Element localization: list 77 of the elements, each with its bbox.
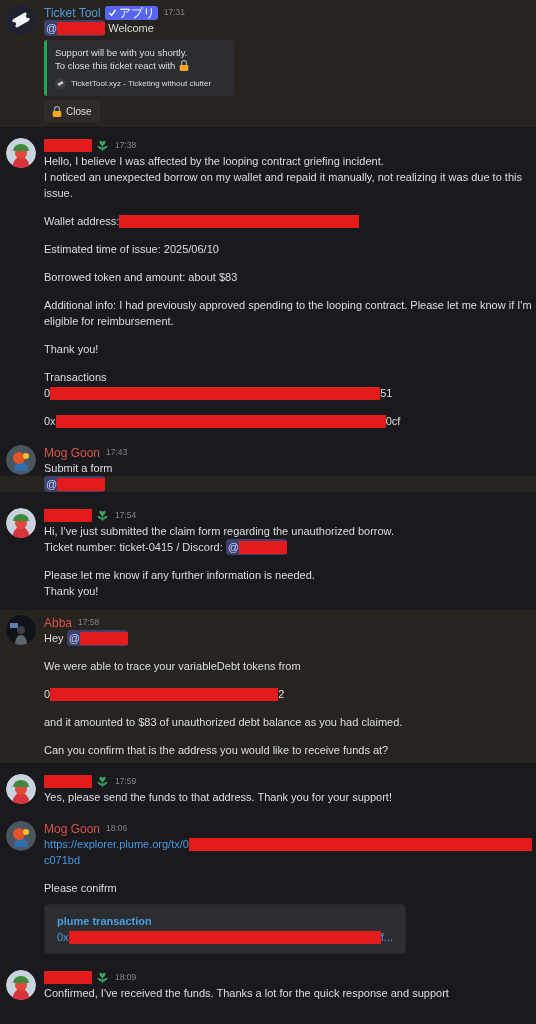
ticket-icon [55, 78, 66, 89]
message-text: I noticed an unexpected borrow on my wallet and repaid it manually, not realizing it was due to this issue. [44, 170, 523, 201]
plant-icon [96, 971, 109, 984]
embed-footer: TicketTool.xyz - Ticketing without clutter [71, 77, 212, 90]
message-text: Submit a form [44, 461, 113, 476]
message-text: Thank you! [44, 342, 99, 357]
message-text: 0cf [385, 414, 401, 429]
app-tag: アプリ [104, 5, 158, 20]
message-text: 0 [44, 687, 51, 702]
message-text: Hello, I believe I was affected by the looping contract griefing incident. [44, 154, 384, 169]
link[interactable]: 0x [57, 929, 69, 945]
timestamp: 17:54 [115, 509, 137, 522]
message-text: Yes, please send the funds to that address. Thank you for your support! [44, 790, 392, 805]
message-text: Estimated time of issue: 2025/06/10 [44, 242, 219, 257]
username[interactable]: Abba [44, 613, 73, 632]
message-text: Can you confirm that is the address you would like to receive funds at? [44, 743, 389, 758]
embed-text: Support will be with you shortly. [55, 46, 188, 59]
timestamp: 17:59 [115, 775, 137, 788]
avatar-icon [6, 615, 36, 645]
plant-icon [96, 775, 109, 788]
close-button[interactable]: Close [44, 100, 100, 122]
timestamp: 17:31 [163, 6, 185, 19]
timestamp: 17:38 [115, 139, 137, 152]
plant-icon [96, 139, 109, 152]
avatar-icon [6, 821, 36, 851]
mention[interactable]: @ [66, 630, 128, 646]
timestamp: 17:43 [106, 446, 128, 459]
message-text: Transactions [44, 370, 107, 385]
check-icon [107, 8, 117, 17]
message-text: and it amounted to $83 of unauthorized debt balance as you had claimed. [44, 715, 403, 730]
message-text: 0 [44, 386, 51, 401]
redaction-bar [57, 477, 106, 491]
redaction-bar [79, 631, 128, 645]
redaction-bar [44, 509, 92, 522]
message-text: Thank you! [44, 584, 99, 599]
message-text: 2 [278, 687, 285, 702]
plant-icon [96, 509, 109, 522]
mention[interactable]: @ [44, 20, 106, 36]
avatar-icon [6, 138, 36, 168]
message-text: We were able to trace your variableDebt tokens from [44, 659, 301, 674]
mention[interactable]: @ [44, 476, 106, 492]
message-text: 51 [380, 386, 393, 401]
timestamp: 18:06 [106, 822, 128, 835]
avatar-icon [6, 445, 36, 475]
avatar-icon [6, 970, 36, 1000]
message-text: Additional info: I had previously approved spending to the looping contract. Please let me know if I'm eligible for reimbursement. [44, 298, 532, 329]
message-text: Ticket number: ticket-0415 / Discord: [44, 540, 224, 555]
redaction-bar [57, 21, 106, 35]
message-text: Borrowed token and amount: about $83 [44, 270, 238, 285]
username[interactable]: Mog Goon [44, 443, 101, 462]
redaction-bar [238, 540, 287, 554]
lock-icon [52, 105, 62, 117]
mention[interactable]: @ [225, 539, 287, 555]
message-text: Hey [44, 631, 65, 646]
timestamp: 18:09 [115, 971, 137, 984]
avatar-icon [6, 774, 36, 804]
embed-text: To close this ticket react with [55, 59, 176, 72]
bot-avatar [6, 5, 36, 35]
embed-title[interactable]: plume transaction [57, 913, 393, 929]
link[interactable]: https://explorer.plume.org/tx/0 [44, 836, 189, 852]
lock-icon [179, 60, 190, 71]
message-text: Please conifrm [44, 881, 117, 896]
timestamp: 17:58 [78, 616, 100, 629]
redaction-bar [44, 971, 92, 984]
message-text: 0x [44, 414, 56, 429]
redaction-bar [44, 139, 92, 152]
message-text: Hi, I've just submitted the claim form regarding the unauthorized borrow. [44, 524, 394, 539]
message-text: Please let me know if any further information is needed. [44, 568, 315, 583]
message-text: Welcome [107, 21, 154, 36]
redaction-bar [44, 775, 92, 788]
username[interactable]: Mog Goon [44, 819, 101, 838]
link[interactable]: f... [380, 929, 393, 945]
avatar-icon [6, 508, 36, 538]
link[interactable]: c071bd [44, 852, 81, 868]
username[interactable]: Ticket Tool [44, 3, 101, 22]
message-text: Wallet address: [44, 214, 120, 229]
message-text: Confirmed, I've received the funds. Thanks a lot for the quick response and support [44, 986, 449, 1001]
